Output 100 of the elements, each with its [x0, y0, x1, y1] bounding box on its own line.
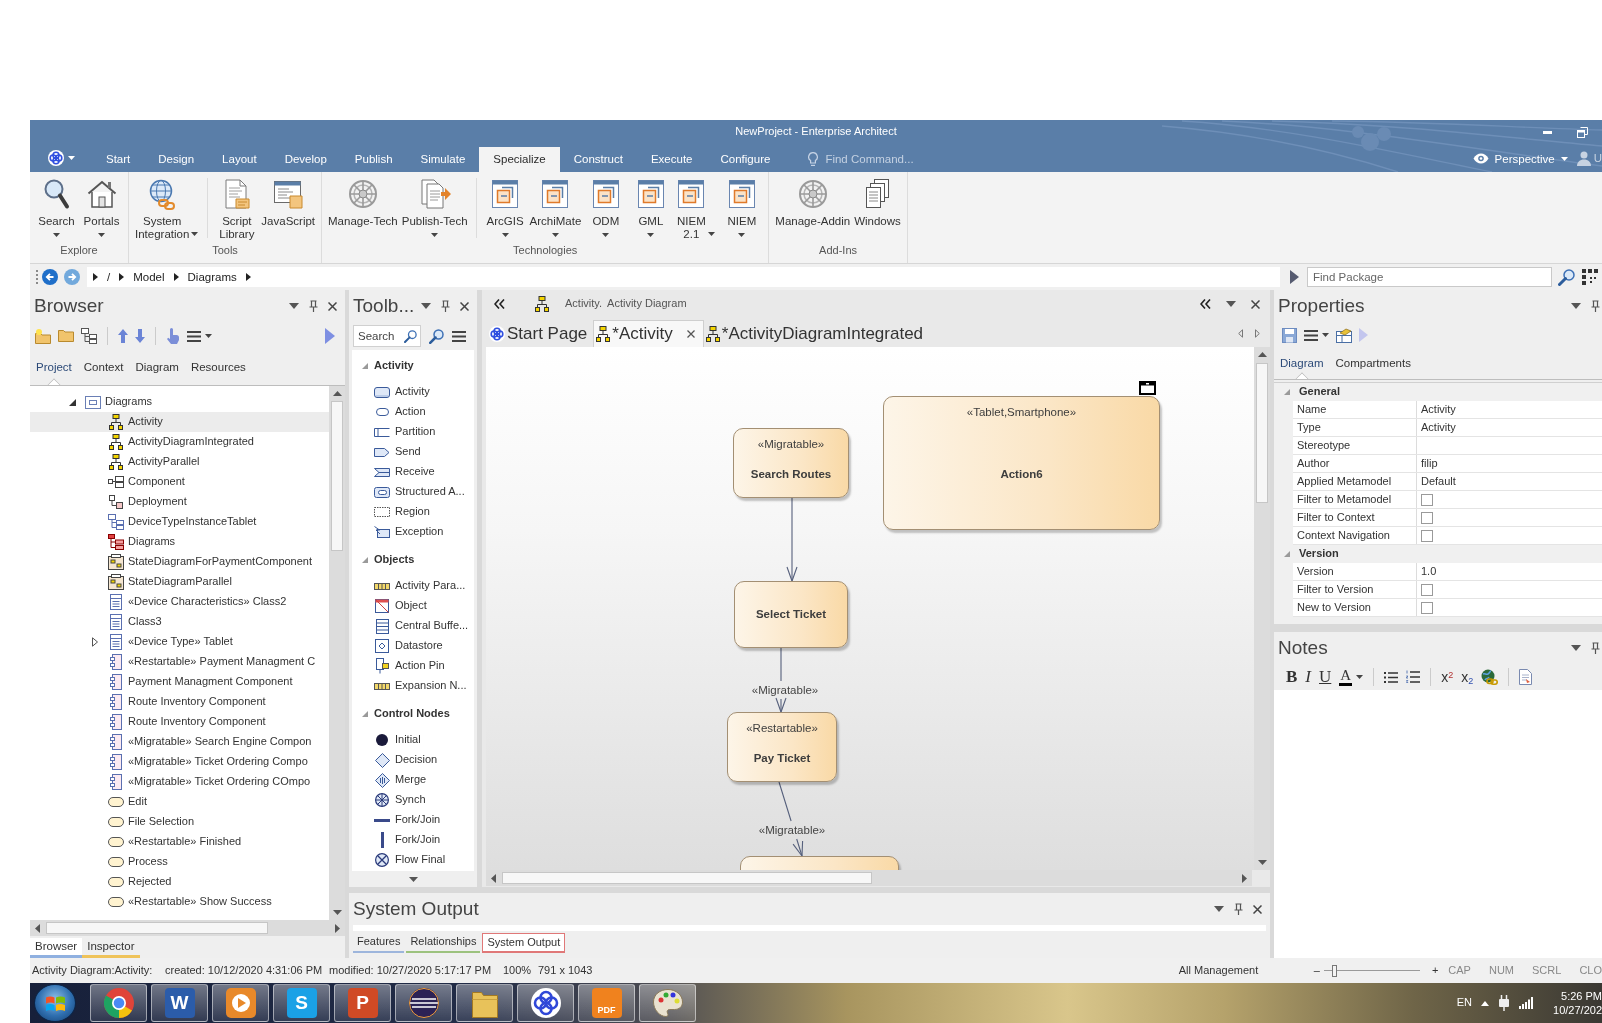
tree-item[interactable]: «Restartable» Payment Managment C	[30, 652, 329, 672]
toolbox-item[interactable]: Send	[352, 442, 474, 462]
toolbox-item[interactable]: Action	[352, 402, 474, 422]
search-icon[interactable]	[404, 330, 417, 343]
property-row[interactable]: Applied Metamodel Default	[1293, 473, 1602, 491]
ribbon-button[interactable]: JavaScript	[259, 178, 318, 228]
tree-item[interactable]: Activity	[30, 412, 329, 432]
ribbon-tab[interactable]: Publish	[340, 147, 407, 172]
property-row[interactable]: Stereotype	[1293, 437, 1602, 455]
down-triangle-icon[interactable]	[332, 910, 342, 915]
plug-icon[interactable]	[1498, 995, 1510, 1011]
close-icon[interactable]	[686, 330, 695, 338]
ribbon-button[interactable]: Search	[34, 178, 79, 237]
tree-item[interactable]: «Device Characteristics» Class2	[30, 592, 329, 612]
property-value[interactable]: 1.0	[1417, 563, 1602, 580]
toolbox-item[interactable]: Expansion N...	[352, 676, 474, 696]
toolbox-item[interactable]: Fork/Join	[352, 830, 474, 850]
tree-item[interactable]: StateDiagramParallel	[30, 572, 329, 592]
ribbon-tab[interactable]: Execute	[636, 147, 707, 172]
taskbar-button[interactable]	[395, 984, 452, 1022]
property-row[interactable]: New to Version	[1293, 599, 1602, 617]
close-icon[interactable]	[1251, 299, 1260, 309]
tree-boxes-icon[interactable]	[81, 328, 97, 344]
down-arrow-icon[interactable]	[135, 329, 145, 343]
tree-item[interactable]: Class3	[30, 612, 329, 632]
ribbon-tab[interactable]: Specialize	[479, 147, 560, 172]
scroll-thumb[interactable]	[331, 401, 343, 551]
tree-item[interactable]: «Migratable» Ticket Ordering COmpo	[30, 772, 329, 792]
checkbox[interactable]	[1421, 493, 1433, 506]
left-triangle-icon[interactable]	[491, 873, 496, 883]
ribbon-button[interactable]: ArcGIS	[482, 178, 528, 237]
property-row[interactable]: Context Navigation	[1293, 527, 1602, 545]
panel-tab[interactable]: Browser	[30, 938, 83, 958]
toolbox-item[interactable]: Partition	[352, 422, 474, 442]
ribbon-button[interactable]: Portals	[79, 178, 124, 237]
tree-item[interactable]: Edit	[30, 792, 329, 812]
search-field[interactable]: Search	[353, 325, 421, 347]
left-triangle-icon[interactable]	[1238, 329, 1243, 338]
user-icon[interactable]	[1576, 151, 1591, 166]
toolbox-item[interactable]: Datastore	[352, 636, 474, 656]
clock-time[interactable]: 5:26 PM	[1561, 989, 1602, 1003]
taskbar-button[interactable]: P	[334, 984, 391, 1022]
right-triangle-icon[interactable]	[245, 273, 251, 281]
ribbon-button[interactable]: NIEM 2.1	[673, 178, 720, 240]
tree-item[interactable]: Component	[30, 472, 329, 492]
ribbon-tab[interactable]: Layout	[208, 147, 271, 172]
left-triangle-icon[interactable]	[35, 923, 40, 933]
tree-item[interactable]: «Restartable» Show Success	[30, 892, 329, 912]
tree-item[interactable]: «Migratable» Search Engine Compon	[30, 732, 329, 752]
package-search-field[interactable]: Find Package	[1307, 267, 1552, 287]
expanded-triangle-icon[interactable]	[68, 398, 76, 406]
document-tab[interactable]: Start Page	[487, 320, 594, 347]
property-row[interactable]: Name Activity	[1293, 401, 1602, 419]
down-triangle-icon[interactable]	[408, 876, 418, 882]
pin-icon[interactable]	[1234, 903, 1243, 915]
hand-pointer-icon[interactable]	[166, 328, 180, 344]
tree-item[interactable]: Route Inventory Component	[30, 712, 329, 732]
toolbox-item[interactable]: Activity Para...	[352, 576, 474, 596]
framed-picture-icon[interactable]	[1336, 327, 1352, 343]
play-icon[interactable]	[325, 328, 335, 344]
breadcrumb-item[interactable]: Diagrams	[187, 269, 237, 285]
clock-date[interactable]: 10/27/202	[1553, 1003, 1602, 1017]
ribbon-button[interactable]: Manage-Addin	[773, 178, 853, 228]
numbered-list-icon[interactable]	[1406, 670, 1421, 684]
folder-icon[interactable]	[58, 330, 74, 342]
toolbox-item[interactable]: Central Buffe...	[352, 616, 474, 636]
tree-item[interactable]: Process	[30, 852, 329, 872]
caret-icon[interactable]	[421, 303, 431, 309]
tree-item[interactable]: Deployment	[30, 492, 329, 512]
up-triangle-icon[interactable]	[1481, 1000, 1489, 1006]
perspective-button[interactable]: Perspective	[1472, 151, 1568, 166]
taskbar-button[interactable]	[456, 984, 513, 1022]
globe-link-icon[interactable]	[1481, 669, 1499, 685]
tree-item[interactable]: Rejected	[30, 872, 329, 892]
toolbox-item[interactable]: Object	[352, 596, 474, 616]
tree-item[interactable]: StateDiagramForPaymentComponent	[30, 552, 329, 572]
pin-icon[interactable]	[441, 300, 450, 312]
tree-item[interactable]: Diagrams	[30, 532, 329, 552]
tree-item[interactable]: «Restartable» Finished	[30, 832, 329, 852]
play-icon[interactable]	[1290, 270, 1299, 284]
taskbar-button[interactable]	[517, 984, 574, 1022]
taskbar-button[interactable]	[90, 984, 147, 1022]
action-node[interactable]: Select Ticket	[734, 581, 848, 648]
caret-icon[interactable]	[1571, 645, 1581, 651]
pin-icon[interactable]	[1591, 642, 1600, 654]
italic-button[interactable]: I	[1305, 668, 1311, 686]
double-chevron-icon[interactable]	[494, 299, 505, 309]
signal-bars-icon[interactable]	[1519, 997, 1533, 1009]
ribbon-button[interactable]: NIEM	[719, 178, 765, 237]
toolbox-item[interactable]: Structured A...	[352, 482, 474, 502]
caret-icon[interactable]	[68, 156, 75, 160]
property-value[interactable]: Default	[1417, 473, 1602, 490]
tree-item[interactable]: ActivityDiagramIntegrated	[30, 432, 329, 452]
down-triangle-icon[interactable]	[1257, 860, 1267, 865]
close-icon[interactable]	[328, 301, 337, 311]
close-icon[interactable]	[1253, 904, 1262, 914]
ribbon-tab[interactable]: Start	[92, 147, 145, 172]
grid-icon[interactable]	[1582, 269, 1598, 285]
collapsed-triangle-icon[interactable]	[92, 637, 98, 647]
close-icon[interactable]	[460, 301, 469, 311]
